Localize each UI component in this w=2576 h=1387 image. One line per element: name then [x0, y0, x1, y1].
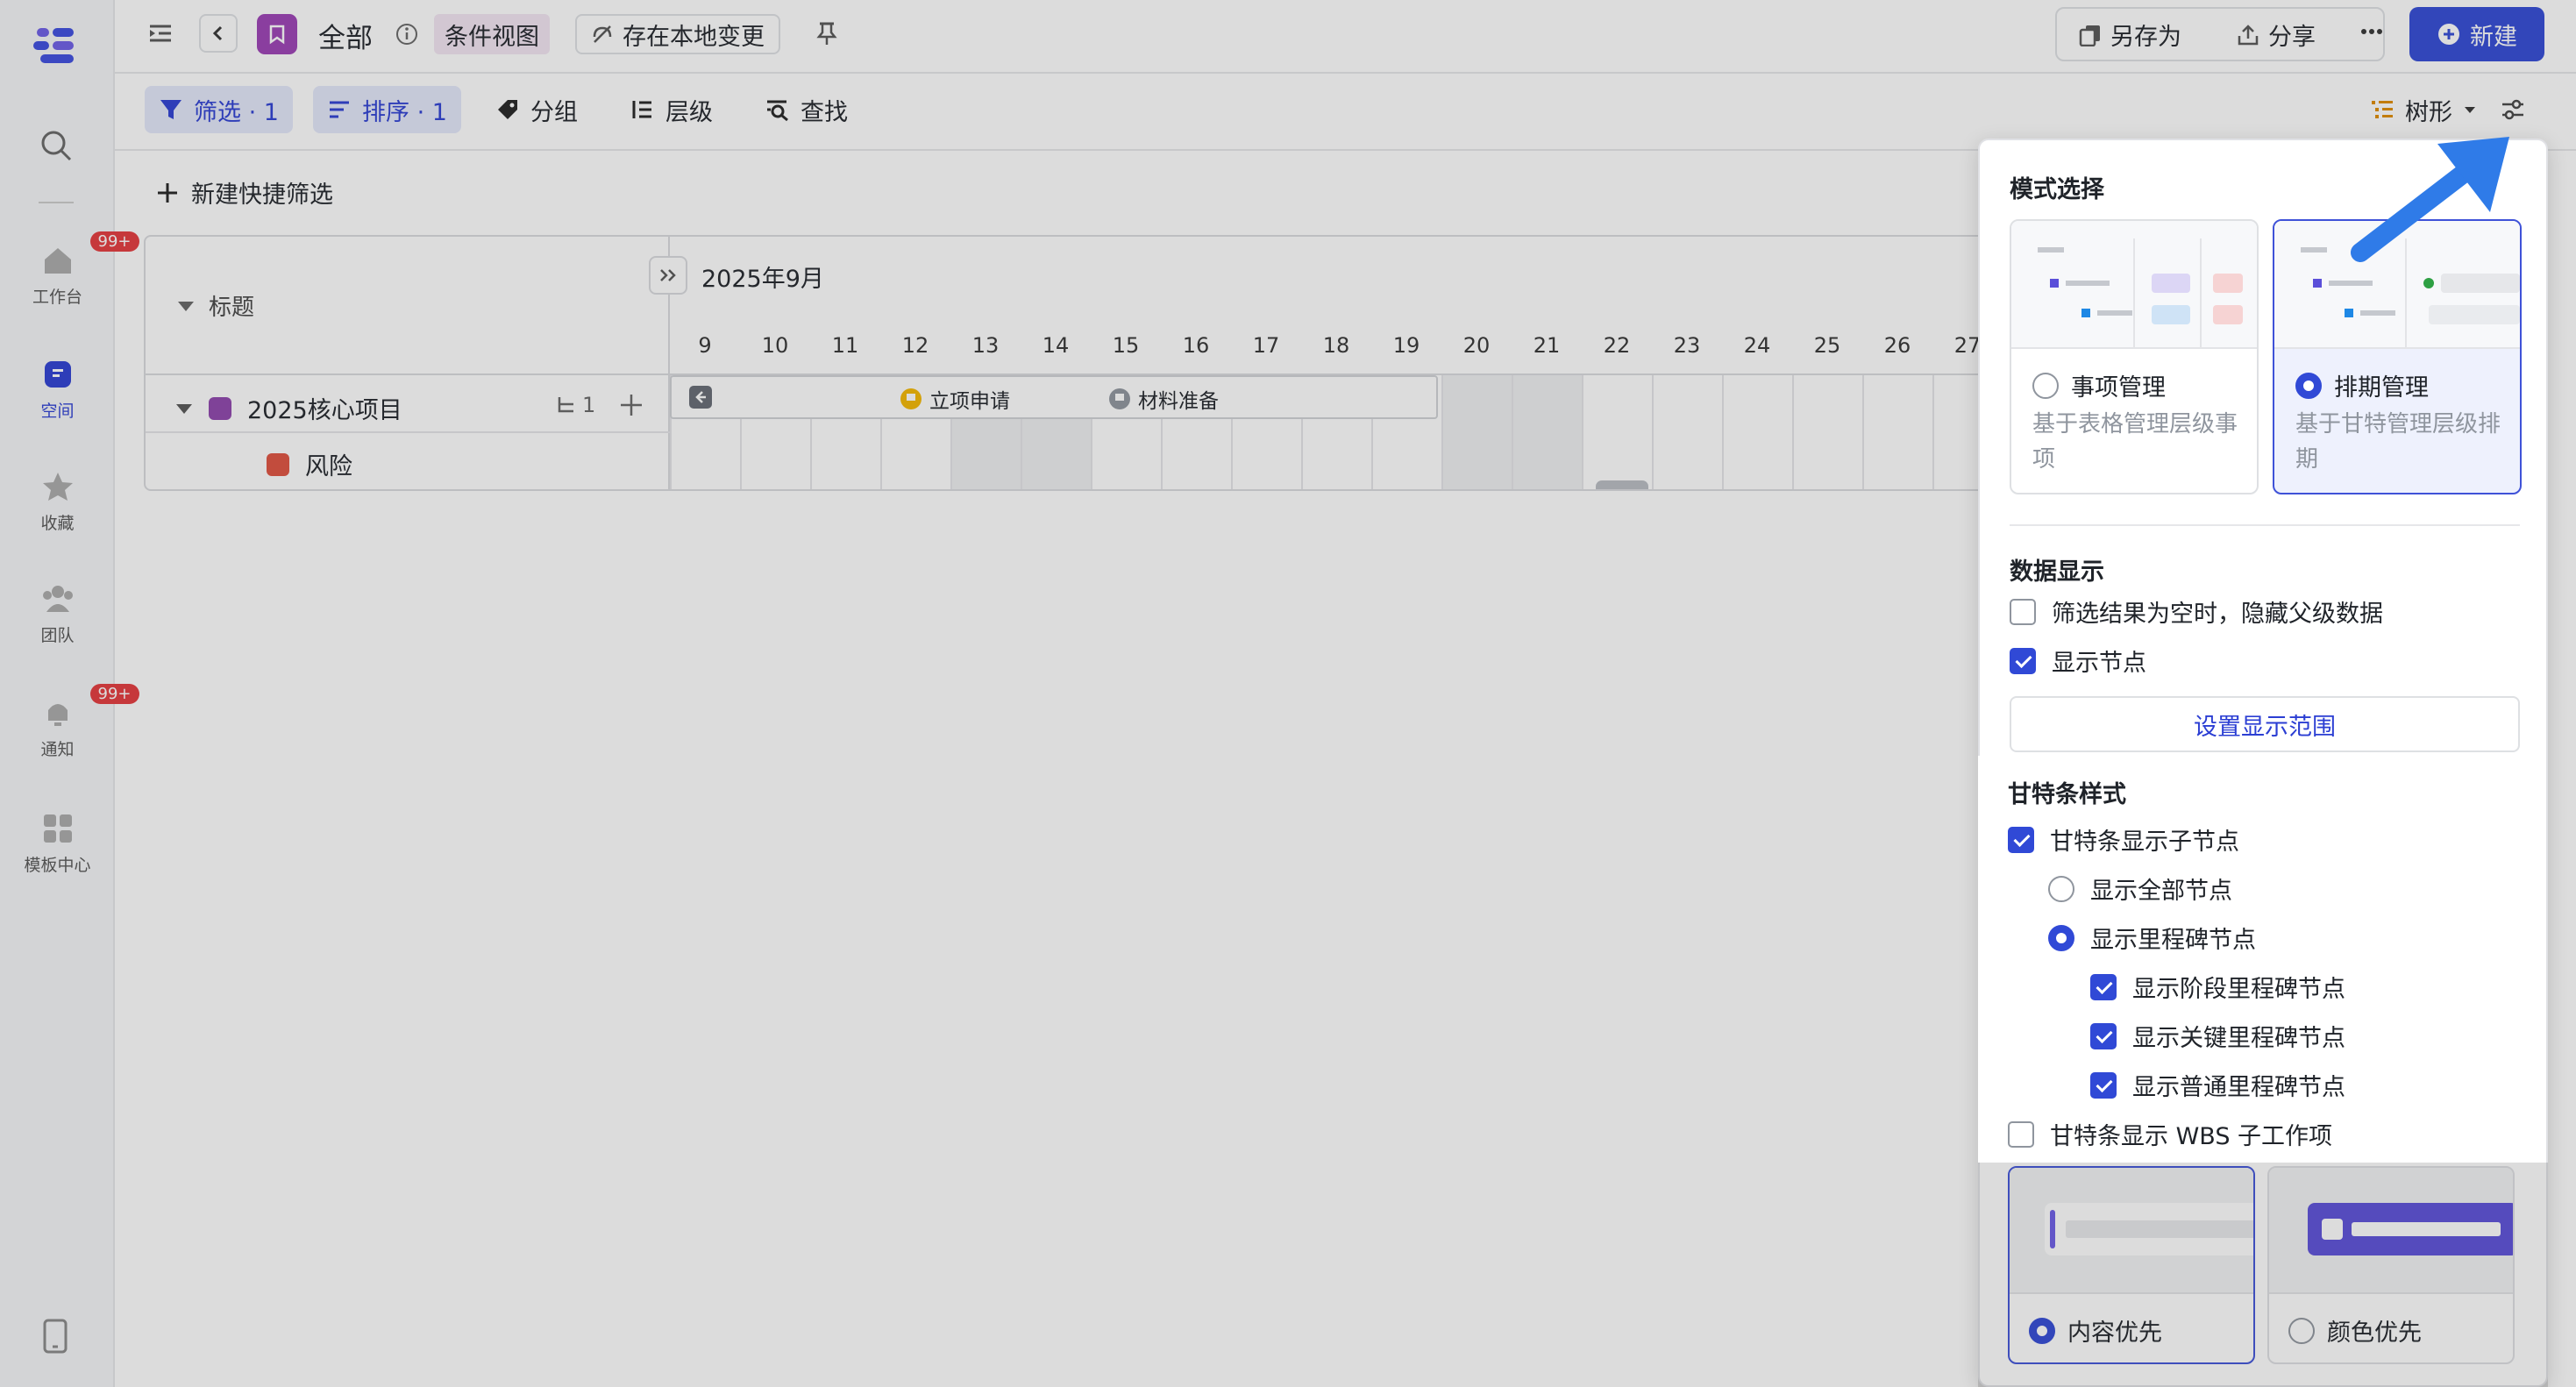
show-stage-checkbox[interactable]	[2090, 973, 2117, 1000]
show-all-nodes-label: 显示全部节点	[2090, 878, 2232, 905]
mode-radio[interactable]	[2032, 372, 2059, 399]
show-nodes-option[interactable]: 显示节点	[2010, 644, 2146, 678]
dim-overlay	[0, 0, 115, 1387]
show-nodes-checkbox[interactable]	[2010, 647, 2036, 674]
show-all-nodes-radio[interactable]	[2048, 875, 2074, 902]
show-all-nodes-option[interactable]: 显示全部节点	[2048, 871, 2232, 906]
gantt-style-section: 甘特条样式 甘特条显示子节点 显示全部节点 显示里程碑节点 显示阶段里程碑节点 …	[1978, 756, 2543, 1163]
show-stage-label: 显示阶段里程碑节点	[2132, 976, 2345, 1003]
data-section-title: 数据显示	[2010, 558, 2104, 586]
mode-preview	[2011, 221, 2257, 349]
mode-card-items[interactable]: 事项管理 基于表格管理层级事项	[2010, 219, 2259, 494]
mode-title-row: 排期管理	[2295, 368, 2429, 402]
dim-overlay	[115, 0, 2576, 151]
hide-parent-label: 筛选结果为空时，隐藏父级数据	[2052, 601, 2383, 628]
show-milestone-nodes-label: 显示里程碑节点	[2090, 927, 2256, 954]
show-wbs-option[interactable]: 甘特条显示 WBS 子工作项	[2008, 1117, 2332, 1151]
show-normal-label: 显示普通里程碑节点	[2132, 1074, 2345, 1101]
mode-radio-selected[interactable]	[2295, 372, 2322, 399]
mode-desc: 基于甘特管理层级排期	[2295, 411, 2501, 473]
gantt-style-title: 甘特条样式	[2008, 781, 2126, 808]
mode-title: 事项管理	[2071, 374, 2166, 402]
mode-section-title: 模式选择	[2010, 176, 2104, 203]
mode-desc: 基于表格管理层级事项	[2032, 411, 2238, 473]
show-milestone-nodes-radio[interactable]	[2048, 924, 2074, 951]
show-milestone-nodes-option[interactable]: 显示里程碑节点	[2048, 921, 2256, 955]
set-range-button[interactable]: 设置显示范围	[2010, 696, 2520, 752]
hide-parent-checkbox[interactable]	[2010, 598, 2036, 625]
show-normal-option[interactable]: 显示普通里程碑节点	[2090, 1068, 2345, 1102]
divider	[2010, 524, 2520, 526]
show-wbs-label: 甘特条显示 WBS 子工作项	[2050, 1123, 2333, 1150]
show-child-nodes-option[interactable]: 甘特条显示子节点	[2008, 822, 2239, 857]
show-normal-checkbox[interactable]	[2090, 1071, 2117, 1099]
show-stage-option[interactable]: 显示阶段里程碑节点	[2090, 970, 2345, 1004]
mode-title-row: 事项管理	[2032, 368, 2166, 402]
annotation-arrow-icon	[2350, 132, 2516, 263]
show-wbs-checkbox[interactable]	[2008, 1120, 2034, 1148]
show-child-nodes-label: 甘特条显示子节点	[2050, 829, 2239, 856]
show-key-checkbox[interactable]	[2090, 1022, 2117, 1049]
dim-overlay	[1978, 1163, 2548, 1387]
show-key-option[interactable]: 显示关键里程碑节点	[2090, 1019, 2345, 1053]
hide-parent-option[interactable]: 筛选结果为空时，隐藏父级数据	[2010, 594, 2383, 629]
show-child-nodes-checkbox[interactable]	[2008, 826, 2034, 853]
mode-title: 排期管理	[2334, 374, 2429, 402]
show-nodes-label: 显示节点	[2052, 650, 2146, 677]
show-key-label: 显示关键里程碑节点	[2132, 1025, 2345, 1052]
